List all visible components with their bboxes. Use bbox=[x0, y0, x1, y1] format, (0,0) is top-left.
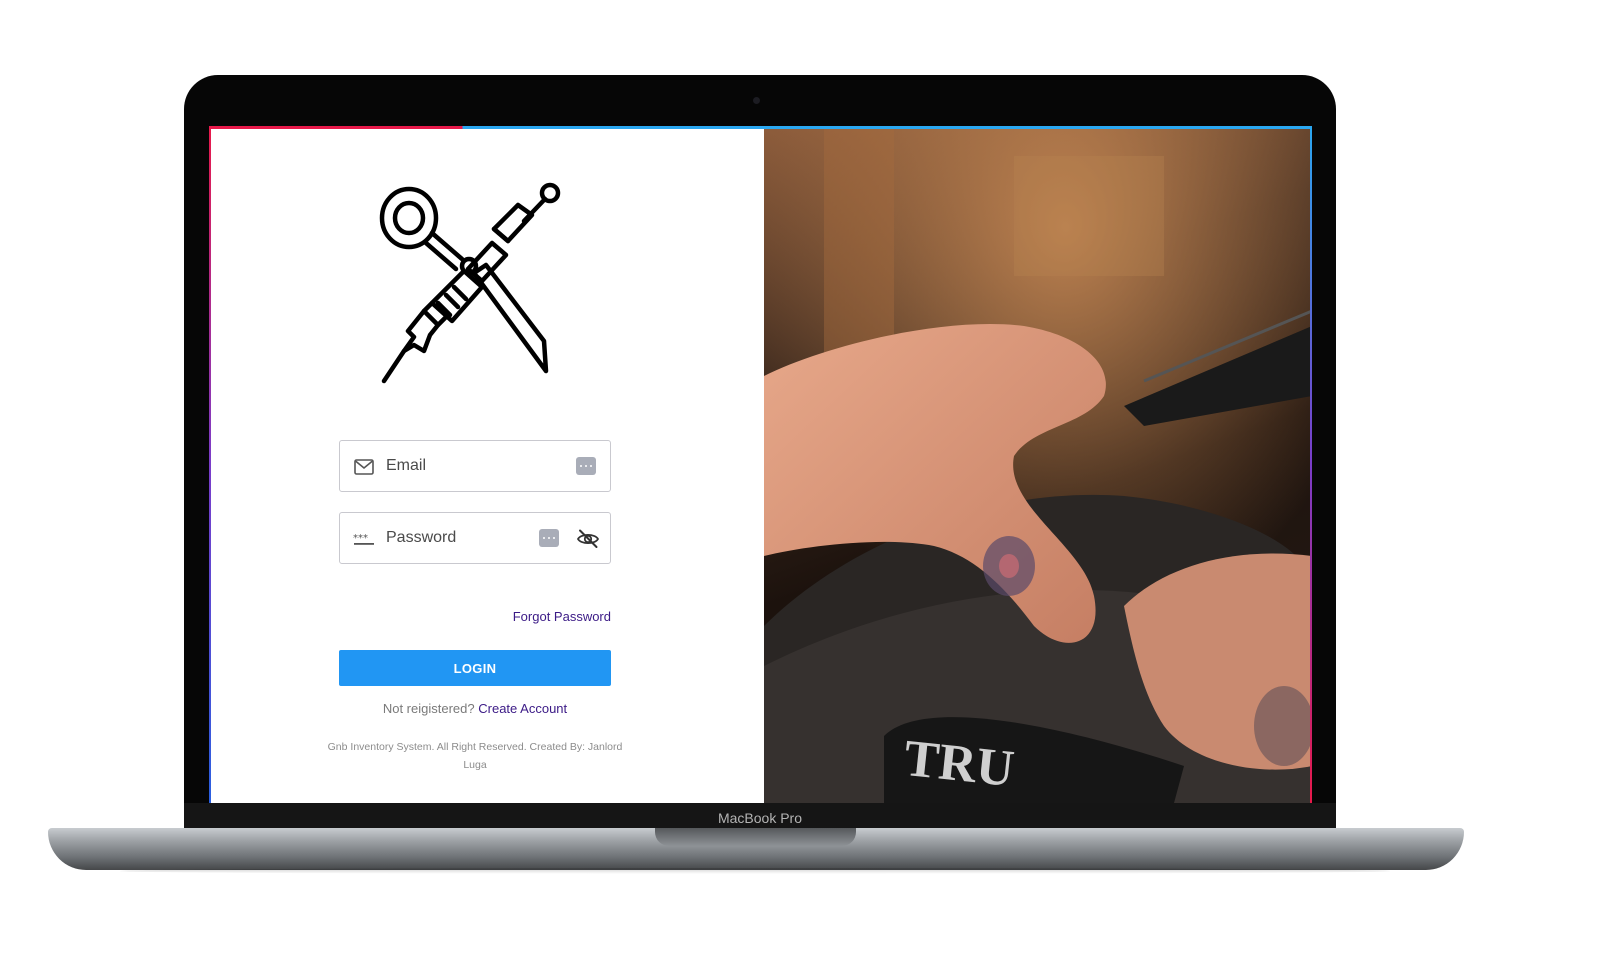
register-prompt: Not reigistered? Create Account bbox=[289, 701, 661, 716]
autofill-key-icon[interactable] bbox=[576, 457, 596, 475]
svg-text:***: *** bbox=[353, 533, 368, 544]
email-field[interactable] bbox=[339, 440, 611, 492]
scissors-tattoo-machine-logo bbox=[379, 182, 561, 384]
model-label: MacBook Pro bbox=[717, 810, 803, 826]
email-input[interactable] bbox=[386, 455, 556, 477]
camera bbox=[753, 97, 760, 104]
left-accent-bar bbox=[209, 126, 211, 803]
not-registered-text: Not reigistered? bbox=[382, 701, 475, 716]
eye-off-icon[interactable] bbox=[576, 527, 600, 551]
login-button[interactable]: LOGIN bbox=[339, 650, 611, 686]
base-shadow bbox=[120, 868, 1390, 874]
barber-photo-art: TRU bbox=[764, 126, 1312, 803]
autofill-key-icon[interactable] bbox=[539, 529, 559, 547]
create-account-link[interactable]: Create Account bbox=[478, 701, 567, 716]
password-input[interactable] bbox=[386, 527, 556, 549]
top-accent-bar bbox=[209, 126, 1312, 129]
password-field[interactable]: *** bbox=[339, 512, 611, 564]
password-dots-icon: *** bbox=[353, 533, 374, 545]
laptop-notch bbox=[655, 828, 856, 846]
barber-photo: TRU bbox=[764, 126, 1312, 803]
login-panel: *** Forgot Password LOGIN Not reigistere… bbox=[209, 126, 769, 803]
right-accent-bar bbox=[1310, 126, 1312, 803]
razor-brand-text: TRU bbox=[902, 730, 1017, 798]
copyright-text: Gnb Inventory System. All Right Reserved… bbox=[327, 741, 623, 771]
mail-icon bbox=[354, 459, 374, 475]
forgot-password-link[interactable]: Forgot Password bbox=[339, 609, 611, 624]
screen: *** Forgot Password LOGIN Not reigistere… bbox=[209, 126, 1312, 803]
